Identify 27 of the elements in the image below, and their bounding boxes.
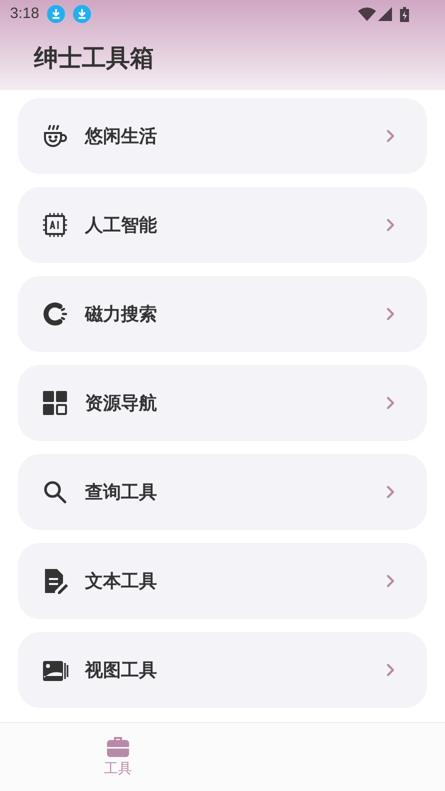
menu-card[interactable]: 磁力搜索 <box>18 276 427 352</box>
menu-card[interactable]: 悠闲生活 <box>18 98 427 174</box>
battery-icon <box>400 6 409 22</box>
menu-card[interactable]: 视图工具 <box>18 632 427 708</box>
menu-card[interactable]: 人工智能 <box>18 187 427 263</box>
chevron-right-icon <box>385 485 395 499</box>
menu-card[interactable]: 资源导航 <box>18 365 427 441</box>
toolbox-icon <box>106 736 130 758</box>
status-time: 3:18 <box>10 4 40 24</box>
chevron-right-icon <box>385 663 395 677</box>
loading-ring-icon <box>41 300 69 328</box>
ai-chip-icon <box>41 211 69 239</box>
chevron-right-icon <box>385 307 395 321</box>
chevron-right-icon <box>385 574 395 588</box>
cup-icon <box>41 122 69 150</box>
wifi-icon <box>358 7 376 21</box>
search-icon <box>41 478 69 506</box>
app-title: 绅士工具箱 <box>34 44 154 74</box>
chevron-right-icon <box>385 396 395 410</box>
download-icon <box>73 5 92 23</box>
menu-card[interactable]: 查询工具 <box>18 454 427 530</box>
chevron-right-icon <box>385 218 395 232</box>
grid-icon <box>41 389 69 417</box>
menu-card[interactable]: 文本工具 <box>18 543 427 619</box>
chevron-right-icon <box>385 129 395 143</box>
download-icon <box>47 5 66 23</box>
signal-icon <box>378 7 392 21</box>
